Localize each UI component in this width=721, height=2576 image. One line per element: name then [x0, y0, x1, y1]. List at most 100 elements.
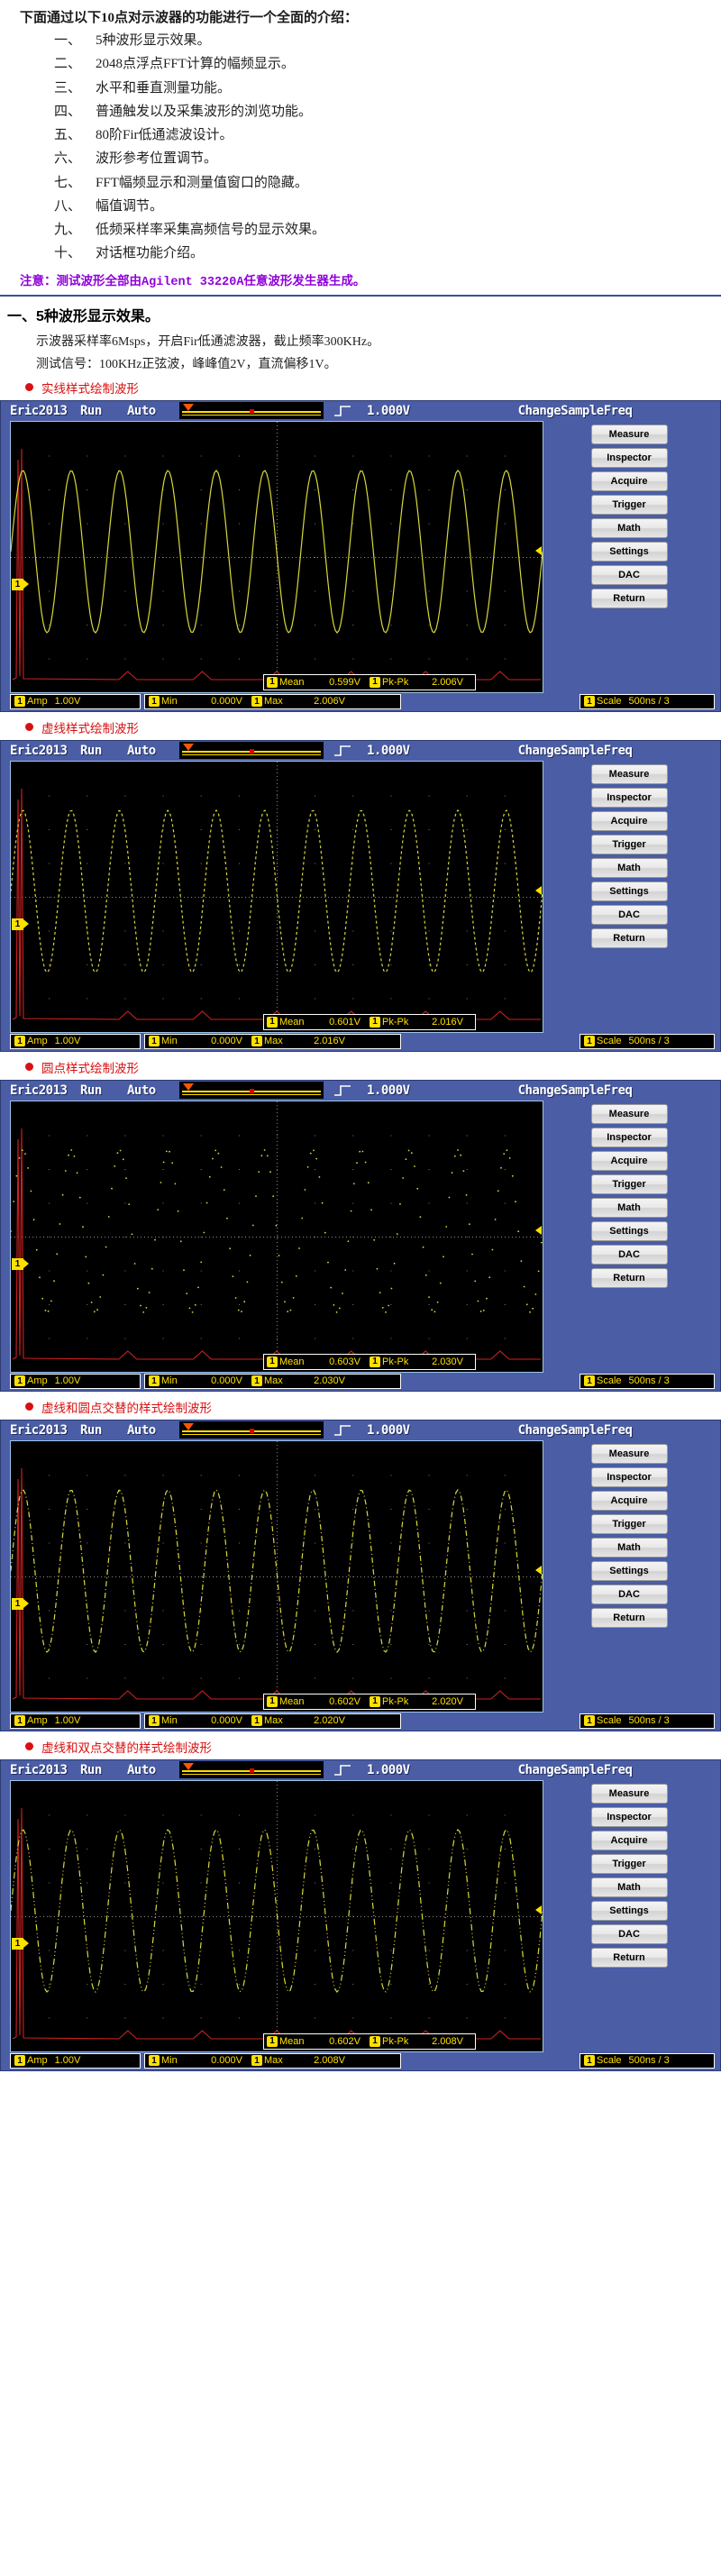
trigger-level-value[interactable]: 1.000V — [361, 1423, 443, 1438]
horizontal-position-bar[interactable] — [179, 742, 324, 759]
trigger-mode-button[interactable]: Auto — [127, 1083, 179, 1098]
scope-button-math[interactable]: Math — [590, 857, 668, 878]
scope-button-measure[interactable]: Measure — [590, 1443, 668, 1464]
scope-button-dac[interactable]: DAC — [590, 904, 668, 925]
scope-button-settings[interactable]: Settings — [590, 1900, 668, 1921]
scope-button-trigger[interactable]: Trigger — [590, 1853, 668, 1874]
waveform-grid[interactable]: 1 1 Mean 0.601V 1 Pk-Pk 2.016V — [10, 760, 543, 1033]
scope-button-math[interactable]: Math — [590, 517, 668, 538]
timebase-status[interactable]: 1 Scale 500ns / 3 — [580, 1373, 715, 1389]
trigger-mode-button[interactable]: Auto — [127, 1423, 179, 1438]
scope-button-inspector[interactable]: Inspector — [590, 1466, 668, 1487]
list-item: 十、 对话框功能介绍。 — [54, 244, 721, 262]
trigger-mode-button[interactable]: Auto — [127, 744, 179, 758]
scope-button-settings[interactable]: Settings — [590, 1220, 668, 1241]
change-sample-freq-button[interactable]: ChangeSampleFreq — [443, 1763, 720, 1777]
channel-1-position-marker[interactable]: 1 — [12, 578, 29, 590]
trigger-mode-button[interactable]: Auto — [127, 1763, 179, 1777]
scope-button-settings[interactable]: Settings — [590, 1560, 668, 1581]
scope-button-measure[interactable]: Measure — [590, 424, 668, 444]
horizontal-position-bar[interactable] — [179, 1082, 324, 1099]
position-track-dashes — [182, 1774, 321, 1775]
scope-button-return[interactable]: Return — [590, 1607, 668, 1628]
scope-button-inspector[interactable]: Inspector — [590, 1127, 668, 1147]
horizontal-position-bar[interactable] — [179, 1421, 324, 1439]
trigger-mode-button[interactable]: Auto — [127, 404, 179, 418]
run-status-button[interactable]: Run — [80, 1083, 127, 1098]
rising-edge-icon[interactable] — [324, 744, 361, 757]
trigger-level-value[interactable]: 1.000V — [361, 1763, 443, 1777]
list-item-number: 七、 — [54, 175, 82, 190]
run-status-button[interactable]: Run — [80, 404, 127, 418]
scope-button-trigger[interactable]: Trigger — [590, 834, 668, 854]
waveform-grid[interactable]: 1 1 Mean 0.603V 1 Pk-Pk 2.030V — [10, 1100, 543, 1373]
trigger-level-marker-icon[interactable] — [535, 545, 542, 555]
scope-button-acquire[interactable]: Acquire — [590, 1830, 668, 1850]
amplitude-status[interactable]: 1 Amp 1.00V — [10, 1373, 141, 1389]
horizontal-position-bar[interactable] — [179, 1761, 324, 1778]
scope-button-settings[interactable]: Settings — [590, 881, 668, 901]
scope-button-trigger[interactable]: Trigger — [590, 1513, 668, 1534]
rising-edge-icon[interactable] — [324, 1083, 361, 1097]
scope-button-measure[interactable]: Measure — [590, 1103, 668, 1124]
rising-edge-icon[interactable] — [324, 404, 361, 417]
scope-button-dac[interactable]: DAC — [590, 564, 668, 585]
change-sample-freq-button[interactable]: ChangeSampleFreq — [443, 404, 720, 418]
scope-button-dac[interactable]: DAC — [590, 1244, 668, 1265]
amplitude-status[interactable]: 1 Amp 1.00V — [10, 2052, 141, 2069]
scope-button-math[interactable]: Math — [590, 1197, 668, 1218]
timebase-status[interactable]: 1 Scale 500ns / 3 — [580, 2052, 715, 2069]
channel-1-position-marker[interactable]: 1 — [12, 1597, 29, 1610]
waveform-grid[interactable]: 1 1 Mean 0.599V 1 Pk-Pk 2.006V — [10, 420, 543, 693]
scope-button-return[interactable]: Return — [590, 588, 668, 608]
trigger-level-value[interactable]: 1.000V — [361, 744, 443, 758]
scope-button-settings[interactable]: Settings — [590, 541, 668, 562]
scope-button-inspector[interactable]: Inspector — [590, 787, 668, 808]
run-status-button[interactable]: Run — [80, 744, 127, 758]
scope-button-measure[interactable]: Measure — [590, 1783, 668, 1804]
amplitude-status[interactable]: 1 Amp 1.00V — [10, 1033, 141, 1049]
scope-button-return[interactable]: Return — [590, 1947, 668, 1968]
amp-label: Amp — [27, 1036, 48, 1046]
trigger-level-marker-icon[interactable] — [535, 1225, 542, 1235]
trigger-level-value[interactable]: 1.000V — [361, 404, 443, 418]
timebase-status[interactable]: 1 Scale 500ns / 3 — [580, 693, 715, 709]
run-status-button[interactable]: Run — [80, 1423, 127, 1438]
scope-button-acquire[interactable]: Acquire — [590, 810, 668, 831]
change-sample-freq-button[interactable]: ChangeSampleFreq — [443, 744, 720, 758]
change-sample-freq-button[interactable]: ChangeSampleFreq — [443, 1423, 720, 1438]
channel-marker-arrow-icon — [23, 1939, 29, 1948]
run-status-button[interactable]: Run — [80, 1763, 127, 1777]
scope-button-dac[interactable]: DAC — [590, 1923, 668, 1944]
trigger-level-value[interactable]: 1.000V — [361, 1083, 443, 1098]
horizontal-position-bar[interactable] — [179, 402, 324, 419]
trigger-level-marker-icon[interactable] — [535, 1565, 542, 1575]
scope-button-measure[interactable]: Measure — [590, 763, 668, 784]
scope-button-math[interactable]: Math — [590, 1877, 668, 1897]
scope-button-acquire[interactable]: Acquire — [590, 1150, 668, 1171]
scope-button-dac[interactable]: DAC — [590, 1584, 668, 1604]
change-sample-freq-button[interactable]: ChangeSampleFreq — [443, 1083, 720, 1098]
channel-1-position-marker[interactable]: 1 — [12, 1257, 29, 1270]
scope-button-trigger[interactable]: Trigger — [590, 494, 668, 515]
scope-button-math[interactable]: Math — [590, 1537, 668, 1557]
rising-edge-icon[interactable] — [324, 1423, 361, 1437]
scope-button-acquire[interactable]: Acquire — [590, 470, 668, 491]
amplitude-status[interactable]: 1 Amp 1.00V — [10, 1713, 141, 1729]
channel-1-position-marker[interactable]: 1 — [12, 1937, 29, 1950]
trigger-level-marker-icon[interactable] — [535, 1905, 542, 1914]
scope-button-acquire[interactable]: Acquire — [590, 1490, 668, 1511]
waveform-grid[interactable]: 1 1 Mean 0.602V 1 Pk-Pk 2.008V — [10, 1779, 543, 2052]
scope-button-inspector[interactable]: Inspector — [590, 447, 668, 468]
scope-button-trigger[interactable]: Trigger — [590, 1174, 668, 1194]
trigger-level-marker-icon[interactable] — [535, 885, 542, 895]
amplitude-status[interactable]: 1 Amp 1.00V — [10, 693, 141, 709]
timebase-status[interactable]: 1 Scale 500ns / 3 — [580, 1033, 715, 1049]
rising-edge-icon[interactable] — [324, 1763, 361, 1777]
timebase-status[interactable]: 1 Scale 500ns / 3 — [580, 1713, 715, 1729]
scope-button-return[interactable]: Return — [590, 1267, 668, 1288]
scope-button-return[interactable]: Return — [590, 927, 668, 948]
scope-button-inspector[interactable]: Inspector — [590, 1806, 668, 1827]
waveform-grid[interactable]: 1 1 Mean 0.602V 1 Pk-Pk 2.020V — [10, 1439, 543, 1713]
channel-1-position-marker[interactable]: 1 — [12, 918, 29, 930]
